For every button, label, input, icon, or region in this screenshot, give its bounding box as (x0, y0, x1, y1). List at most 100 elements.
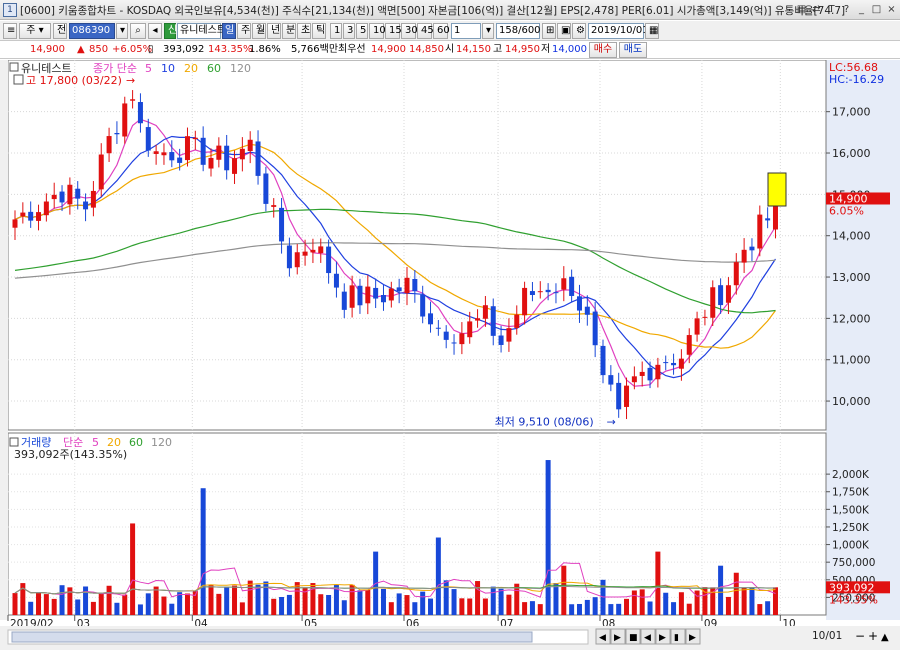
candle-body (75, 188, 81, 199)
candle-body (200, 137, 206, 165)
stock-code-input[interactable]: 086390 (69, 23, 115, 39)
candle-body (725, 285, 731, 303)
interval-15-button[interactable]: 15 (385, 23, 402, 39)
candle-body (647, 367, 653, 381)
candle-body (232, 158, 238, 174)
sell-button[interactable]: 매도 (619, 42, 647, 58)
volume-bar (43, 594, 49, 615)
period-select[interactable]: 주 ▾ (19, 23, 51, 39)
interval-input[interactable]: 1 (451, 23, 481, 39)
code-dropdown-icon[interactable]: ▾ (116, 23, 128, 39)
scroll-right-icon-glyph: ▶ (614, 633, 621, 643)
volume-bar (624, 598, 630, 615)
scroll-end-icon[interactable]: ▲ (881, 632, 889, 643)
interval-10-button[interactable]: 10 (369, 23, 386, 39)
candle-body (467, 321, 473, 338)
period-label: 주 (26, 25, 36, 36)
volume-bar (475, 581, 481, 615)
candle-body (459, 333, 465, 345)
t-icon[interactable]: T (825, 3, 838, 16)
interval-5-button[interactable]: 5 (356, 23, 368, 39)
chart-type-icon[interactable]: ⊞ (542, 23, 556, 39)
candle-body (702, 316, 708, 318)
save-icon[interactable]: ▣ (557, 23, 571, 39)
menu-icon[interactable]: ≡ (3, 23, 17, 39)
candle-body (177, 157, 183, 163)
volume-bar (772, 587, 778, 615)
interval-30-button[interactable]: 30 (401, 23, 418, 39)
ma-legend-period: 10 (161, 62, 175, 75)
candle-body (686, 335, 692, 355)
unit-second-button[interactable]: 초 (297, 23, 311, 39)
turnover-rate: 1.86% (249, 44, 281, 55)
stock-name-field: 유니테스트 (177, 23, 226, 39)
open-label: 시 (445, 44, 455, 55)
open-price: 14,150 (456, 44, 491, 55)
search-icon[interactable]: ⌕ (130, 23, 146, 39)
price-axis-background (826, 60, 900, 620)
candle-body (294, 252, 300, 268)
volume-bar (616, 603, 622, 615)
candle-body (443, 331, 449, 340)
buy-button[interactable]: 매수 (589, 42, 617, 58)
unit-day-button[interactable]: 일 (222, 23, 236, 39)
candle-body (435, 327, 441, 329)
calendar-icon[interactable]: ▦ (645, 23, 659, 39)
candle-body (28, 211, 34, 221)
maximize-icon[interactable]: □ (870, 3, 883, 16)
candle-body (302, 251, 308, 256)
interval-45-button[interactable]: 45 (417, 23, 434, 39)
candle-body (145, 127, 151, 151)
scroll-thumb[interactable] (11, 631, 533, 643)
zoom-out-icon[interactable]: − (855, 629, 865, 643)
candle-body (36, 212, 42, 221)
unit-year-button[interactable]: 년 (267, 23, 281, 39)
interval-3-button[interactable]: 3 (343, 23, 355, 39)
candle-body (490, 306, 496, 336)
candle-body (341, 291, 347, 310)
window-menu-icon[interactable]: ▤ (795, 3, 808, 16)
volume-bar (545, 460, 551, 615)
link-icon[interactable]: ⇄ (810, 3, 823, 16)
interval-1-button[interactable]: 1 (330, 23, 342, 39)
interval-dropdown-icon[interactable]: ▾ (482, 23, 494, 39)
candle-body (420, 294, 426, 317)
volume-bar (686, 603, 692, 615)
settings-icon[interactable]: ⚙ (572, 23, 586, 39)
volume-bar (506, 594, 512, 615)
candle-body (475, 318, 481, 321)
close-icon[interactable]: × (885, 3, 898, 16)
volume-bar (639, 589, 645, 615)
zoom-in-icon[interactable]: + (868, 629, 878, 643)
volume-bar (177, 592, 183, 615)
candle-body (741, 249, 747, 263)
unit-tick-button[interactable]: 틱 (312, 23, 326, 39)
prev-stock-icon[interactable]: ◂ (148, 23, 162, 39)
volume-bar (412, 602, 418, 615)
unit-minute-button[interactable]: 분 (282, 23, 296, 39)
volume-tick-label: 1,750K (832, 487, 870, 499)
mode-button[interactable]: 전 (53, 23, 67, 39)
volume-bar (498, 588, 504, 615)
data-count-field[interactable]: 158/600 (496, 23, 541, 39)
date-field[interactable]: 2019/10/01 (588, 23, 649, 39)
candle-body (51, 194, 57, 200)
unit-month-button[interactable]: 월 (252, 23, 266, 39)
candle-body (12, 219, 18, 228)
candle-body (396, 287, 402, 292)
low-label: 저 (541, 44, 551, 55)
trade-amount: 5,766백만 (291, 44, 339, 55)
volume-bar (490, 586, 496, 615)
volume-bar (279, 597, 285, 615)
candle-body (122, 103, 128, 137)
chart-area[interactable]: 17,00016,00015,00014,00013,00012,00011,0… (0, 60, 900, 650)
volume-bar (59, 585, 65, 615)
minimize-icon[interactable]: _ (855, 3, 868, 16)
interval-60-button[interactable]: 60 (433, 23, 450, 39)
price-change: 850 (89, 44, 109, 55)
volume-bar (28, 601, 34, 615)
help-icon[interactable]: ? (840, 3, 853, 16)
candle-body (749, 246, 755, 251)
volume-bar (161, 596, 167, 615)
unit-week-button[interactable]: 주 (237, 23, 251, 39)
